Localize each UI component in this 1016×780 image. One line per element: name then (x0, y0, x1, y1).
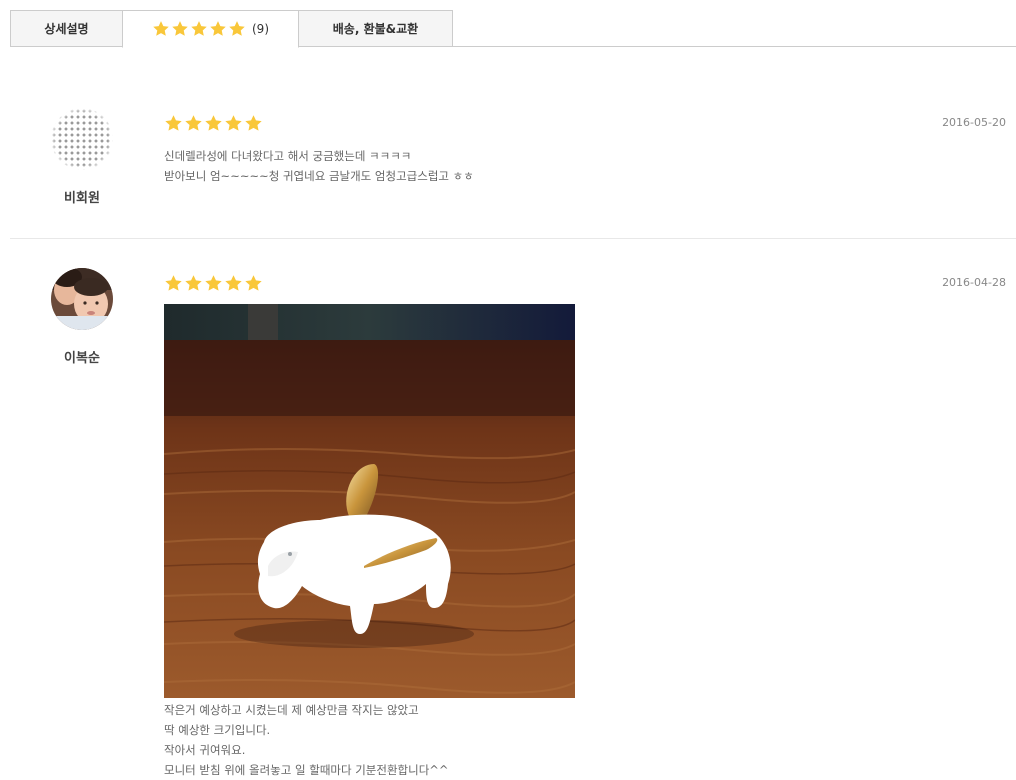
tab-detail-label: 상세설명 (44, 22, 89, 36)
tab-review-stars (152, 20, 246, 38)
review-divider (10, 238, 1016, 239)
star-icon (224, 274, 243, 293)
review-text-line: 모니터 받침 위에 올려놓고 일 할때마다 기분전환합니다^^ (164, 763, 449, 777)
star-icon (204, 114, 223, 133)
star-icon (224, 114, 243, 133)
review-text-line: 작은거 예상하고 시켰는데 제 예상만큼 작지는 않았고 (164, 703, 419, 717)
avatar-photo (51, 268, 113, 330)
review-text: 신데렐라성에 다녀왔다고 해서 궁금했는데 ㅋㅋㅋㅋ 받아보니 엄~~~~~청 … (164, 146, 474, 186)
avatar (51, 108, 113, 170)
review-text-line: 딱 예상한 크기입니다. (164, 723, 271, 737)
tab-shipping[interactable]: 배송, 환불&교환 (298, 10, 453, 47)
star-icon (228, 20, 246, 38)
tab-reviews[interactable]: (9) (122, 10, 299, 48)
review-username: 비회원 (64, 191, 100, 206)
star-icon (171, 20, 189, 38)
star-icon (190, 20, 208, 38)
review-date: 2016-04-28 (942, 276, 1006, 289)
review-count: (9) (252, 22, 269, 36)
bunny-figurine-photo (164, 304, 575, 698)
review-text: 작은거 예상하고 시켰는데 제 예상만큼 작지는 않았고 딱 예상한 크기입니다… (164, 700, 449, 780)
review-text-line: 신데렐라성에 다녀왔다고 해서 궁금했는데 ㅋㅋㅋㅋ (164, 149, 412, 163)
tab-detail[interactable]: 상세설명 (10, 10, 123, 47)
review-text-line: 받아보니 엄~~~~~청 귀엽네요 금날개도 엄청고급스럽고 ㅎㅎ (164, 169, 474, 183)
tab-shipping-label: 배송, 환불&교환 (332, 22, 419, 36)
product-tabs: 상세설명 (9) 배송, 환불&교환 (10, 10, 1016, 48)
star-icon (164, 114, 183, 133)
review-text-line: 작아서 귀여워요. (164, 743, 246, 757)
review-date: 2016-05-20 (942, 116, 1006, 129)
star-icon (244, 114, 263, 133)
review-photo[interactable] (164, 304, 575, 698)
review-rating (164, 274, 263, 293)
star-icon (209, 20, 227, 38)
review-username: 이복순 (64, 351, 100, 366)
star-icon (164, 274, 183, 293)
star-icon (204, 274, 223, 293)
review-rating (164, 114, 263, 133)
star-icon (152, 20, 170, 38)
star-icon (244, 274, 263, 293)
star-icon (184, 274, 203, 293)
avatar (51, 268, 113, 330)
star-icon (184, 114, 203, 133)
